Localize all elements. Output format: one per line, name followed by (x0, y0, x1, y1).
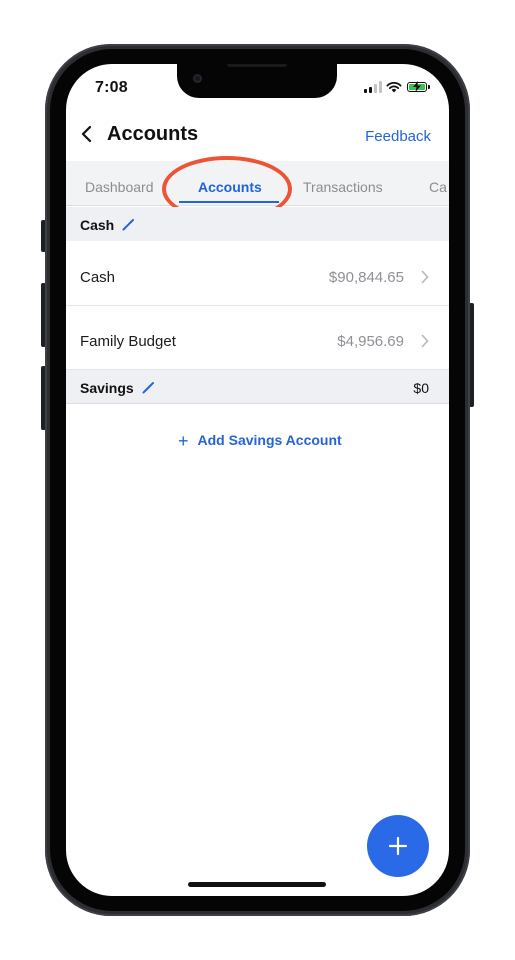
tab-categories[interactable]: Ca (429, 179, 447, 195)
add-savings-account-button[interactable]: + Add Savings Account (178, 431, 342, 451)
chevron-left-icon[interactable] (80, 125, 94, 143)
pencil-icon[interactable] (142, 381, 155, 394)
pencil-icon[interactable] (122, 218, 135, 231)
feedback-button[interactable]: Feedback (365, 128, 431, 145)
add-savings-label: Add Savings Account (197, 432, 342, 448)
account-row-family-budget[interactable]: Family Budget $4,956.69 (66, 306, 449, 370)
home-indicator[interactable] (188, 882, 326, 887)
page-title: Accounts (107, 123, 199, 145)
add-fab-button[interactable] (367, 815, 429, 877)
battery-charging-icon (407, 81, 430, 92)
plus-icon (388, 836, 408, 856)
account-name: Cash (80, 269, 116, 286)
chevron-right-icon (421, 270, 429, 284)
chevron-right-icon (421, 334, 429, 348)
speaker-grille (227, 64, 287, 67)
account-balance: $4,956.69 (337, 333, 404, 350)
plus-icon: + (178, 431, 189, 451)
section-label-cash: Cash (80, 217, 115, 233)
phone-screen: 7:08 Accounts Feedback Dashboard Account… (66, 64, 449, 896)
tab-transactions[interactable]: Transactions (303, 179, 383, 195)
section-header-savings: Savings $0 (66, 370, 449, 404)
tab-dashboard[interactable]: Dashboard (85, 179, 154, 195)
wifi-icon (386, 82, 402, 93)
front-camera (193, 74, 202, 83)
cellular-signal-icon (364, 81, 382, 93)
status-time: 7:08 (95, 79, 128, 96)
account-balance: $90,844.65 (328, 269, 404, 286)
account-name: Family Budget (80, 333, 176, 350)
account-row-cash[interactable]: Cash $90,844.65 (66, 242, 449, 306)
section-header-cash: Cash (66, 207, 449, 241)
section-label-savings: Savings (80, 380, 134, 396)
notch (177, 64, 337, 98)
section-total-savings: $0 (413, 380, 429, 396)
